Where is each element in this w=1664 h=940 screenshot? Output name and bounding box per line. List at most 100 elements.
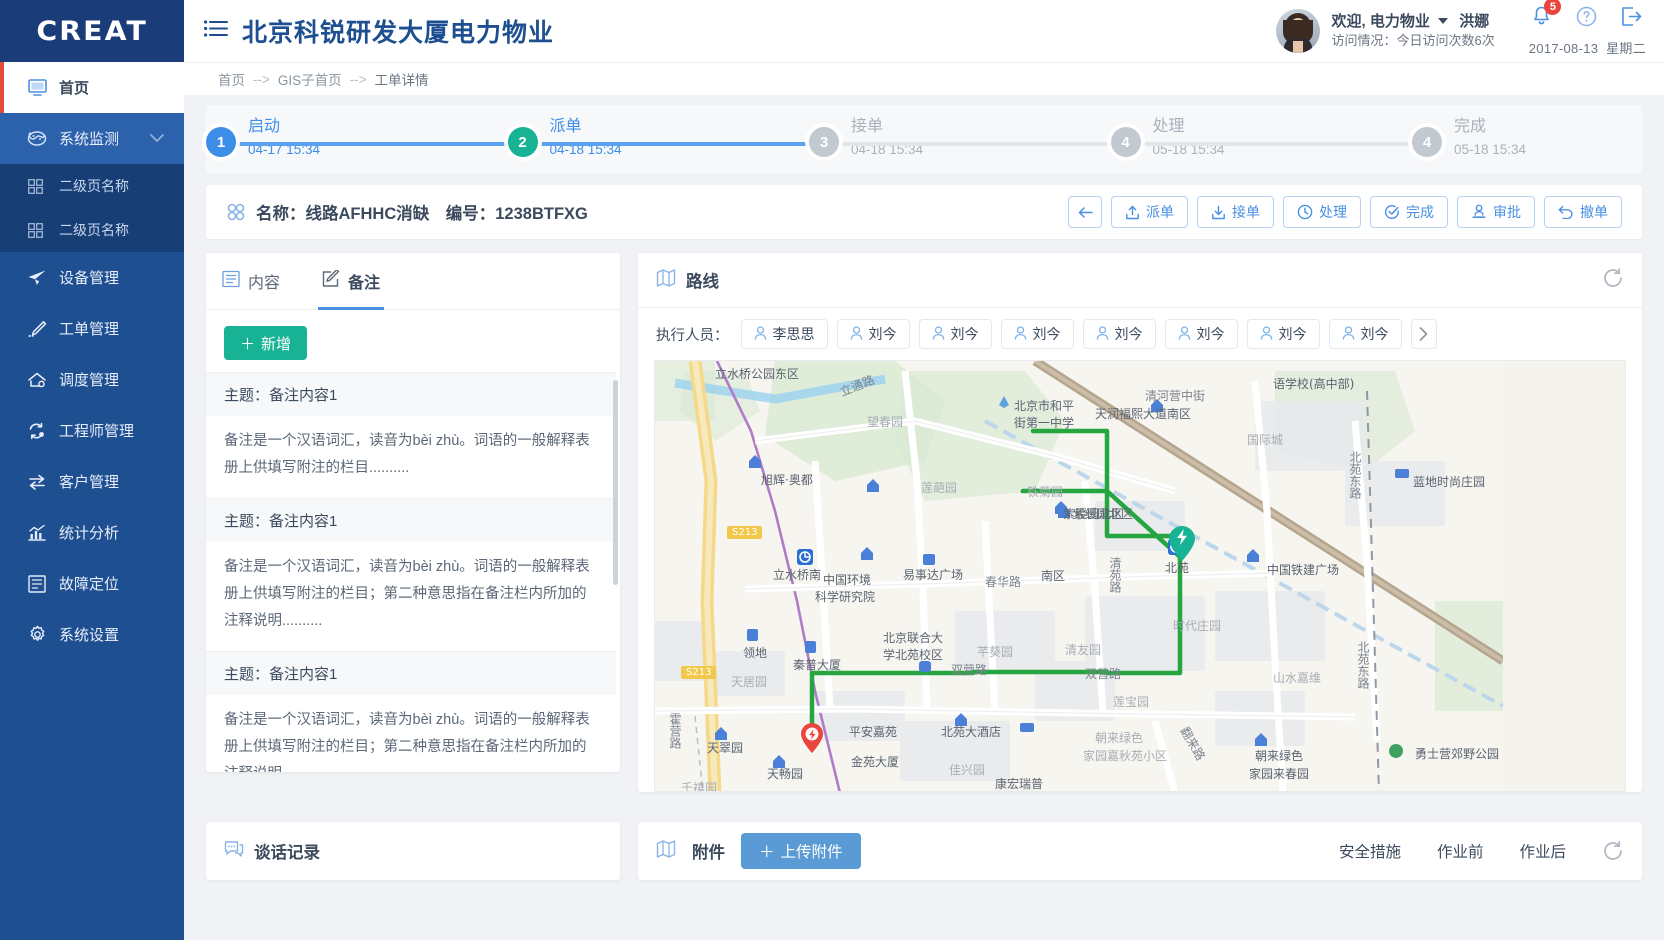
monitor-icon [26, 78, 48, 98]
main-columns: 内容 备注 ＋ 新增 [206, 253, 1642, 806]
attachments-header: 附件 ＋ 上传附件 安全措施 作业前 作业后 [638, 822, 1642, 880]
map-label: 芊葵园 [977, 643, 1013, 660]
step-5[interactable]: 4 完成 05-18 15:34 [1412, 105, 1642, 173]
personnel-chip-6[interactable]: 刘今 [1247, 319, 1320, 349]
approve-button-label: 审批 [1493, 202, 1521, 222]
welcome-text: 欢迎, 电力物业 [1332, 13, 1430, 30]
sidebar-item-settings[interactable]: 系统设置 [0, 609, 184, 660]
accept-button-label: 接单 [1232, 202, 1260, 222]
personnel-chip-4[interactable]: 刘今 [1083, 319, 1156, 349]
personnel-chip-2[interactable]: 刘今 [919, 319, 992, 349]
sidebar-subitem-label: 二级页名称 [59, 220, 129, 240]
step-4[interactable]: 4 处理 05-18 15:34 [1111, 105, 1413, 173]
chevron-down-icon[interactable] [1438, 18, 1448, 24]
accept-button[interactable]: 接单 [1197, 196, 1274, 228]
personnel-chip-7[interactable]: 刘今 [1329, 319, 1402, 349]
left-column: 内容 备注 ＋ 新增 [206, 253, 620, 806]
map-label: 家园来春园 [1249, 765, 1309, 782]
refresh-icon [1602, 267, 1624, 289]
attachment-link-safety[interactable]: 安全措施 [1339, 840, 1401, 862]
sidebar-item-dispatch-mgmt[interactable]: 调度管理 [0, 354, 184, 405]
step-3[interactable]: 3 接单 04-18 15:34 [809, 105, 1111, 173]
map-label: 莲葩园 [921, 479, 957, 496]
tab-content[interactable]: 内容 [222, 253, 280, 310]
tab-content-label: 内容 [248, 269, 280, 293]
step-number: 4 [1111, 127, 1141, 157]
help-icon[interactable] [1576, 6, 1597, 32]
right-column: 路线 执行人员： 李思思 刘 [638, 253, 1642, 806]
note-item[interactable]: 主题：备注内容1 备注是一个汉语词汇，读音为bèi zhù。词语的一般解释表册上… [206, 372, 616, 498]
sidebar-item-system-monitor[interactable]: 系统监测 [0, 113, 184, 164]
personnel-chip-1[interactable]: 刘今 [837, 319, 910, 349]
personnel-chip-label: 刘今 [1361, 324, 1389, 344]
notes-scrollbar[interactable] [613, 380, 618, 585]
dispatch-button[interactable]: 派单 [1111, 196, 1188, 228]
sidebar-item-fault-location[interactable]: 故障定位 [0, 558, 184, 609]
map-label: 清苑路 [1107, 557, 1124, 593]
map-label: 千禧园 [681, 779, 717, 792]
user-greeting-row: 欢迎, 电力物业 洪娜 [1332, 11, 1495, 33]
tab-notes[interactable]: 备注 [322, 253, 380, 310]
step-2[interactable]: 2 派单 04-18 15:34 [508, 105, 810, 173]
add-note-button[interactable]: ＋ 新增 [224, 326, 307, 360]
visit-info: 访问情况：今日访问次数6次 [1332, 32, 1495, 51]
sidebar-item-engineer-mgmt[interactable]: 工程师管理 [0, 405, 184, 456]
breadcrumb-item-1[interactable]: GIS子首页 [278, 69, 342, 89]
attachments-refresh-button[interactable] [1602, 840, 1624, 862]
personnel-chip-label: 李思思 [773, 324, 815, 344]
personnel-next-button[interactable] [1411, 319, 1437, 349]
logout-icon[interactable] [1621, 6, 1643, 32]
sidebar-item-customer-mgmt[interactable]: 客户管理 [0, 456, 184, 507]
map-label: 学北苑校区 [883, 646, 943, 663]
sidebar-subitem-label: 二级页名称 [59, 176, 129, 196]
complete-button[interactable]: 完成 [1370, 196, 1448, 228]
sidebar-item-statistics[interactable]: 统计分析 [0, 507, 184, 558]
map-label: 春华路 [985, 573, 1021, 590]
user-zone: 欢迎, 电力物业 洪娜 访问情况：今日访问次数6次 5 [1276, 5, 1664, 57]
hamburger-menu-icon[interactable] [204, 20, 228, 42]
note-item[interactable]: 主题：备注内容1 备注是一个汉语词汇，读音为bèi zhù。词语的一般解释表册上… [206, 651, 616, 772]
personnel-chip-label: 刘今 [1033, 324, 1061, 344]
notes-list[interactable]: 主题：备注内容1 备注是一个汉语词汇，读音为bèi zhù。词语的一般解释表册上… [206, 372, 620, 772]
avatar[interactable] [1276, 9, 1320, 53]
sidebar-item-label: 调度管理 [59, 369, 119, 390]
sidebar-subitem-1[interactable]: 二级页名称 [0, 208, 184, 252]
sync-gear-icon [26, 421, 48, 441]
notification-button[interactable]: 5 [1531, 5, 1552, 32]
header-date: 2017-08-13 星期二 [1529, 38, 1646, 57]
approve-button[interactable]: 审批 [1457, 196, 1535, 228]
personnel-chip-5[interactable]: 刘今 [1165, 319, 1238, 349]
map-label: 天润福熙大道南区 [1095, 405, 1191, 422]
check-circle-icon [1384, 204, 1400, 220]
step-1[interactable]: 1 启动 04-17 15:34 [206, 105, 508, 173]
sidebar-item-label: 工单管理 [59, 318, 119, 339]
brand-logo[interactable]: CREAT [0, 0, 184, 62]
person-icon [1096, 326, 1109, 343]
upload-attachment-button[interactable]: ＋ 上传附件 [741, 833, 861, 869]
sidebar-item-device-mgmt[interactable]: 设备管理 [0, 252, 184, 303]
arrow-left-icon [1078, 206, 1093, 219]
revoke-button[interactable]: 撤单 [1544, 196, 1622, 228]
route-map[interactable]: 立水桥公园东区 立通路 望春园 北京市和平 街第一中学 旭辉·奥都 莲葩园 铁菊… [654, 360, 1626, 792]
note-body: 备注是一个汉语词汇，读音为bèi zhù。词语的一般解释表册上供填写附注的栏目；… [206, 695, 616, 772]
attachment-link-before[interactable]: 作业前 [1437, 840, 1484, 862]
process-button[interactable]: 处理 [1283, 196, 1361, 228]
personnel-chip-0[interactable]: 李思思 [741, 319, 828, 349]
map-label: 朝来绿色 [1095, 729, 1143, 746]
route-title: 路线 [656, 268, 719, 293]
breadcrumb-item-0[interactable]: 首页 [218, 69, 245, 89]
attachment-link-after[interactable]: 作业后 [1519, 840, 1566, 862]
breadcrumb-separator: --> [350, 72, 367, 87]
wave-icon [26, 129, 48, 149]
header-icons: 5 2017-08-13 星期二 [1529, 5, 1646, 57]
route-refresh-button[interactable] [1602, 267, 1624, 294]
map-label: 易事达广场 [903, 566, 963, 583]
person-icon [1178, 326, 1191, 343]
sidebar-item-home[interactable]: 首页 [0, 62, 184, 113]
action-bar: 名称：线路AFHHC消缺 编号：1238BTFXG 派单 接单 处理 [206, 185, 1642, 239]
sidebar-subitem-0[interactable]: 二级页名称 [0, 164, 184, 208]
back-button[interactable] [1068, 196, 1102, 228]
sidebar-item-workorder-mgmt[interactable]: 工单管理 [0, 303, 184, 354]
personnel-chip-3[interactable]: 刘今 [1001, 319, 1074, 349]
note-item[interactable]: 主题：备注内容1 备注是一个汉语词汇，读音为bèi zhù。词语的一般解释表册上… [206, 498, 616, 651]
